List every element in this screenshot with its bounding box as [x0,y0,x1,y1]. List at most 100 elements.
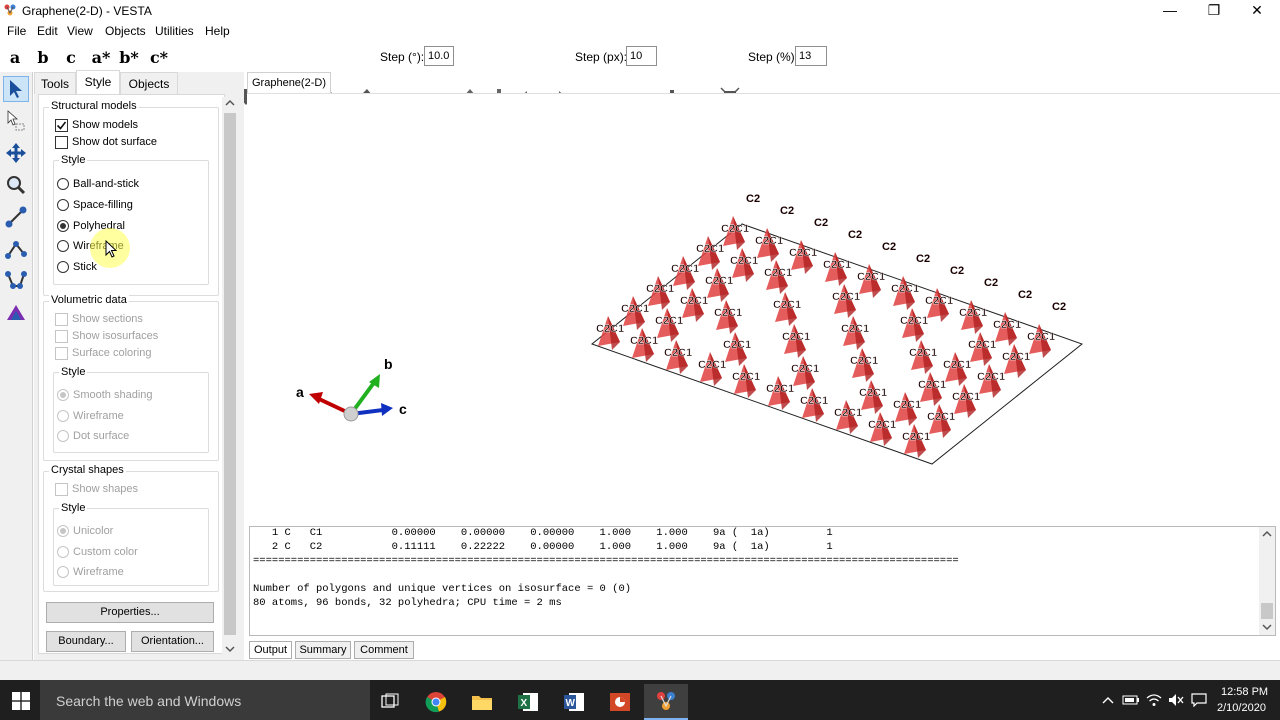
show-models-checkbox[interactable] [55,119,68,132]
menu-objects[interactable]: Objects [105,24,146,38]
vol-wireframe-radio[interactable] [57,410,69,422]
space-filling-radio[interactable] [57,199,69,211]
step-px-input[interactable] [626,46,657,66]
show-sections-checkbox[interactable] [55,313,68,326]
bond-distance-icon [5,206,27,228]
chrome-taskbar-button[interactable] [414,684,458,720]
step-degree-input[interactable] [424,46,454,66]
carbon-polyhedron: C2C1 [918,372,946,406]
tab-comment[interactable]: Comment [354,641,414,659]
move-tool-button[interactable] [3,140,29,166]
scroll-down-icon[interactable] [225,645,235,653]
atom-label: C2C1 [773,299,801,311]
view-along-b-button[interactable]: b [34,46,52,68]
zoom-tool-button[interactable] [3,172,29,198]
view-along-c-button[interactable]: c [62,46,80,68]
smooth-shading-radio[interactable] [57,389,69,401]
show-shapes-checkbox[interactable] [55,483,68,496]
carbon-polyhedron: C2C1 [698,352,726,386]
wireframe-radio[interactable] [57,240,69,252]
file-explorer-taskbar-button[interactable] [460,684,504,720]
orientation-button[interactable]: Orientation... [131,631,214,652]
custom-color-radio[interactable] [57,546,69,558]
atom-label: C2C1 [791,363,819,375]
atom-label: C2C1 [832,291,860,303]
scroll-up-icon[interactable] [225,99,235,107]
action-center-icon[interactable] [1191,693,1207,707]
menu-view[interactable]: View [67,24,93,38]
atom-label: C2C1 [732,371,760,383]
structure-viewport[interactable]: C2C1 C2C1 C2C1 C2C1 C2C1 C2C1 C2C1 C2C1 C2C1 C2C1… [247,93,1280,519]
unicolor-radio[interactable] [57,525,69,537]
carbon-polyhedron: C2C1 [850,348,878,382]
task-view-button[interactable] [368,684,412,720]
tab-style[interactable]: Style [76,70,120,94]
battery-icon[interactable] [1122,694,1140,706]
distance-tool-button[interactable] [3,204,29,230]
wifi-icon[interactable] [1146,693,1162,707]
carbon-polyhedron: C2C1 [723,332,751,366]
menu-file[interactable]: File [7,24,26,38]
view-along-a-button[interactable]: a [6,46,24,68]
toolbar: a b c a* b* c* Step (°): Step (px): Step… [0,41,1280,107]
powerpoint-taskbar-button[interactable] [598,684,642,720]
carbon-polyhedron: C2C1 [782,324,810,358]
tab-output[interactable]: Output [249,641,292,659]
atom-label: C2C1 [834,407,862,419]
output-scroll-thumb[interactable] [1261,603,1273,619]
output-scroll-down-icon[interactable] [1262,623,1272,631]
dot-surface-radio[interactable] [57,430,69,442]
scroll-thumb[interactable] [224,113,236,635]
angle-tool-button[interactable] [3,236,29,262]
boundary-button[interactable]: Boundary... [46,631,126,652]
view-along-b-star-button[interactable]: b* [118,46,140,68]
select-tool-button[interactable] [3,76,29,102]
minimize-button[interactable]: — [1147,0,1193,21]
view-along-c-star-button[interactable]: c* [148,46,170,68]
output-scroll-up-icon[interactable] [1262,530,1272,538]
tray-chevron-up-icon[interactable] [1102,695,1114,705]
view-along-a-star-button[interactable]: a* [90,46,112,68]
output-scrollbar[interactable] [1259,527,1275,635]
stick-radio[interactable] [57,261,69,273]
ball-and-stick-radio[interactable] [57,178,69,190]
carbon-polyhedron: C2C1 [791,356,819,390]
vesta-taskbar-button[interactable] [644,684,688,720]
word-taskbar-button[interactable]: W [552,684,596,720]
restore-button[interactable]: ❐ [1191,0,1237,21]
show-dot-surface-checkbox[interactable] [55,136,68,149]
menu-help[interactable]: Help [205,24,230,38]
structure-render[interactable]: C2C1 C2C1 C2C1 C2C1 C2C1 C2C1 C2C1 C2C1 C2C1 C2C1… [247,94,1280,520]
surface-coloring-checkbox[interactable] [55,347,68,360]
crystal-wireframe-radio[interactable] [57,566,69,578]
atom-label: C2C1 [721,223,749,235]
taskbar-clock[interactable]: 12:58 PM [1221,686,1268,698]
close-button[interactable]: ✕ [1234,0,1280,21]
menu-edit[interactable]: Edit [37,24,58,38]
carbon-polyhedron: C2C1 [868,412,896,446]
taskbar-date[interactable]: 2/10/2020 [1217,702,1266,714]
dihedral-tool-button[interactable] [3,268,29,294]
tab-graphene-2d[interactable]: Graphene(2-D) [247,72,331,93]
step-percent-input[interactable] [795,46,827,66]
tool-palette [0,72,33,660]
menu-utilities[interactable]: Utilities [155,24,194,38]
style-panel-scrollbar[interactable] [222,97,238,656]
carbon-polyhedron: C2C1 [859,380,887,414]
output-console[interactable]: 1 C C1 0.00000 0.00000 0.00000 1.000 1.0… [249,526,1276,636]
stick-label: Stick [73,261,97,273]
show-isosurfaces-checkbox[interactable] [55,330,68,343]
tab-summary[interactable]: Summary [295,641,351,659]
taskbar-search-box[interactable]: Search the web and Windows [40,680,370,720]
volume-icon[interactable] [1168,693,1184,707]
windows-start-icon[interactable] [12,692,30,710]
excel-taskbar-button[interactable]: X [506,684,550,720]
properties-button[interactable]: Properties... [46,602,214,623]
carbon-polyhedron: C2C1 [927,404,955,438]
tab-tools[interactable]: Tools [34,72,76,94]
polyhedral-radio[interactable] [57,220,69,232]
output-line: 80 atoms, 96 bonds, 32 polyhedra; CPU ti… [253,597,562,609]
select-region-tool-button[interactable] [3,108,29,134]
lattice-plane-tool-button[interactable] [3,300,29,326]
tab-objects[interactable]: Objects [120,72,178,94]
